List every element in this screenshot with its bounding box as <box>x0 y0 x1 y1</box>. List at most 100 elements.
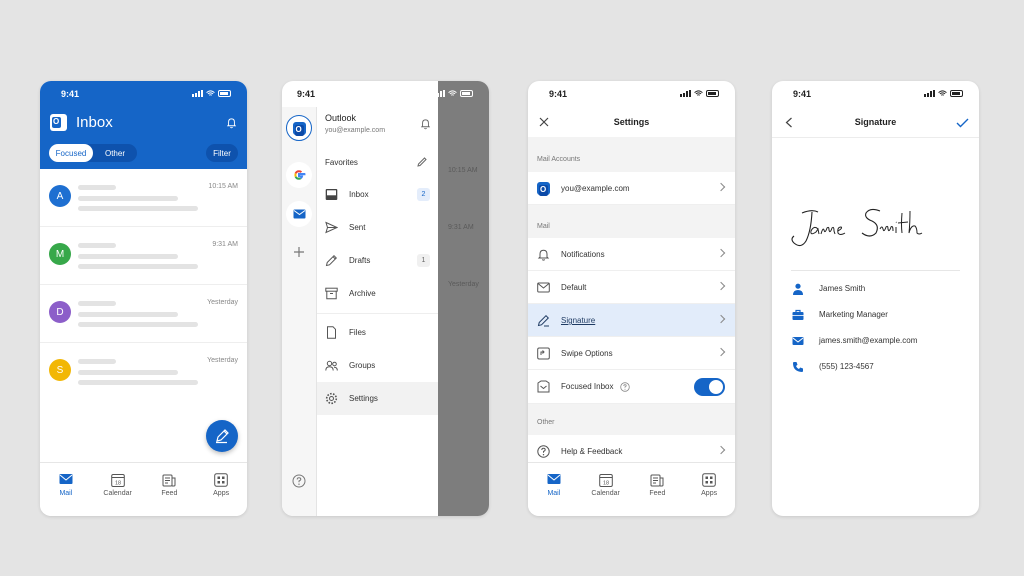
status-time: 9:41 <box>61 89 80 99</box>
handwritten-signature <box>791 208 923 247</box>
drawer-screen: 10:15 AM 9:31 AM Yesterday 9:41 Outlook … <box>282 81 489 516</box>
nav-settings[interactable]: Settings <box>317 382 438 415</box>
info-icon[interactable] <box>620 382 630 392</box>
chevron-right-icon <box>716 347 726 357</box>
wifi-icon <box>206 90 215 96</box>
tab-apps[interactable]: Apps <box>195 463 247 516</box>
chevron-right-icon <box>716 314 726 324</box>
apps-icon <box>702 473 716 487</box>
swipe-icon <box>537 347 550 360</box>
compose-button[interactable] <box>206 420 238 452</box>
tab-calendar[interactable]: 18 Calendar <box>580 463 632 516</box>
tab-feed[interactable]: Feed <box>632 463 684 516</box>
settings-row-signature[interactable]: Signature <box>528 304 735 337</box>
bell-icon[interactable] <box>226 117 237 129</box>
briefcase-icon <box>792 309 804 320</box>
feed-icon <box>162 474 176 487</box>
status-bar: 9:41 <box>772 81 979 107</box>
chevron-right-icon <box>716 281 726 291</box>
add-account-button[interactable] <box>286 239 312 265</box>
account-rail <box>282 107 317 516</box>
settings-row-swipe-options[interactable]: Swipe Options <box>528 337 735 370</box>
signal-icon <box>192 90 203 97</box>
tab-calendar[interactable]: 18 Calendar <box>92 463 144 516</box>
file-icon <box>327 326 336 339</box>
tab-mail[interactable]: Mail <box>40 463 92 516</box>
account-name: Outlook <box>325 113 357 123</box>
help-button[interactable] <box>286 468 312 494</box>
signal-icon <box>924 90 935 97</box>
nav-files[interactable]: Files <box>317 316 438 349</box>
settings-row-notifications[interactable]: Notifications <box>528 238 735 271</box>
draft-count-badge: 1 <box>417 254 430 267</box>
focused-inbox-toggle[interactable] <box>694 378 725 396</box>
chevron-right-icon <box>716 182 726 192</box>
status-bar: 9:41 <box>282 81 489 107</box>
message-time: 10:15 AM <box>208 183 238 190</box>
signature-divider <box>791 270 960 271</box>
phone-icon <box>793 362 803 372</box>
avatar: D <box>49 301 71 323</box>
inbox-header: 9:41 Inbox Focused Other Filter <box>40 81 247 169</box>
bell-icon[interactable] <box>420 118 431 130</box>
chevron-right-icon <box>716 445 726 455</box>
account-google-button[interactable] <box>286 162 312 188</box>
nav-groups[interactable]: Groups <box>317 349 438 382</box>
svg-text:18: 18 <box>603 481 609 487</box>
pen-icon <box>537 314 550 327</box>
list-item[interactable]: M 9:31 AM <box>40 227 247 285</box>
folder-drafts[interactable]: Drafts 1 <box>317 244 438 277</box>
feed-icon <box>650 474 664 487</box>
tab-mail[interactable]: Mail <box>528 463 580 516</box>
calendar-icon: 18 <box>110 474 125 487</box>
wifi-icon <box>448 90 457 96</box>
account-outlook-button[interactable] <box>286 115 312 141</box>
outlook-logo-icon <box>292 121 306 136</box>
status-time: 9:41 <box>549 89 568 99</box>
list-item[interactable]: A 10:15 AM <box>40 169 247 227</box>
battery-icon <box>460 90 473 97</box>
calendar-icon: 18 <box>598 474 613 487</box>
pencil-icon <box>325 254 338 267</box>
tab-apps[interactable]: Apps <box>683 463 735 516</box>
list-item[interactable]: D Yesterday <box>40 285 247 343</box>
folder-archive[interactable]: Archive <box>317 277 438 310</box>
favorites-label: Favorites <box>325 158 358 167</box>
groups-icon <box>325 360 338 371</box>
tab-other[interactable]: Other <box>93 144 137 162</box>
mail-icon <box>293 209 305 219</box>
avatar: A <box>49 185 71 207</box>
edit-icon[interactable] <box>416 156 428 168</box>
apps-icon <box>214 473 228 487</box>
background-time: 9:31 AM <box>448 224 474 231</box>
tab-feed[interactable]: Feed <box>144 463 196 516</box>
tab-focused[interactable]: Focused <box>49 144 93 162</box>
account-email: you@example.com <box>325 127 386 134</box>
inbox-overlay[interactable]: 10:15 AM 9:31 AM Yesterday <box>438 81 489 516</box>
page-title: Settings <box>613 117 650 127</box>
divider <box>317 313 438 314</box>
list-item[interactable]: S Yesterday <box>40 343 247 401</box>
help-icon <box>292 474 306 488</box>
preview-placeholder <box>78 322 198 327</box>
sender-placeholder <box>78 185 116 190</box>
google-icon <box>294 170 306 180</box>
checkmark-icon[interactable] <box>956 118 969 128</box>
filter-button[interactable]: Filter <box>206 144 238 162</box>
outlook-logo-icon <box>537 182 550 196</box>
settings-row-default[interactable]: Default <box>528 271 735 304</box>
tab-bar: Mail 18 Calendar Feed Apps <box>40 462 247 516</box>
avatar: S <box>49 359 71 381</box>
page-title: Inbox <box>76 114 113 131</box>
account-row[interactable]: you@example.com <box>528 172 735 205</box>
sender-placeholder <box>78 243 116 248</box>
help-icon <box>537 445 550 458</box>
folder-inbox[interactable]: Inbox 2 <box>317 178 438 211</box>
subject-placeholder <box>78 312 178 317</box>
status-time: 9:41 <box>793 89 812 99</box>
message-time: 9:31 AM <box>212 241 238 248</box>
subject-placeholder <box>78 196 178 201</box>
subject-placeholder <box>78 254 178 259</box>
folder-sent[interactable]: Sent <box>317 211 438 244</box>
account-mail-button[interactable] <box>286 201 312 227</box>
